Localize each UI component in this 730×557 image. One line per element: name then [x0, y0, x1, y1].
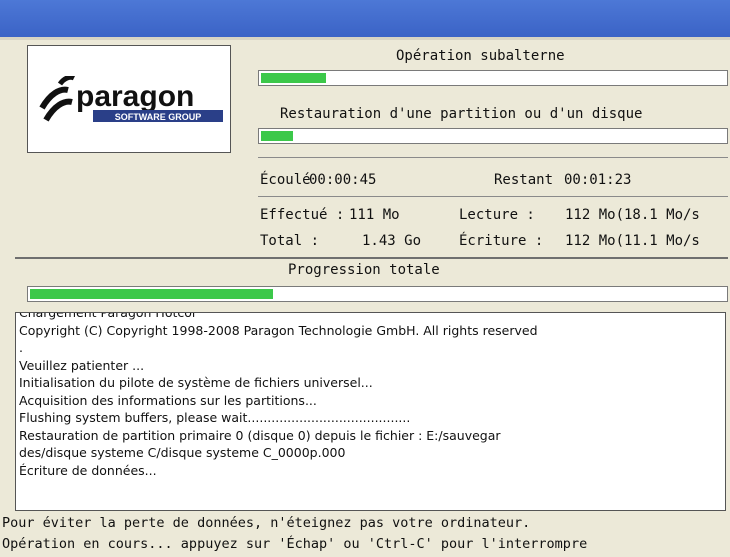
sub-operation-title: Opération subalterne	[396, 48, 565, 64]
overall-title: Progression totale	[288, 262, 440, 278]
logo-wordmark: paragon	[76, 80, 194, 113]
section-divider	[15, 257, 728, 259]
divider	[258, 196, 728, 197]
task-title: Restauration d'une partition ou d'un dis…	[280, 106, 643, 122]
overall-progress-bar	[27, 286, 728, 302]
log-panel[interactable]: Chargement Paragon Hotcor Copyright (C) C…	[15, 312, 726, 511]
title-bar-edge	[0, 37, 730, 40]
log-line: Chargement Paragon Hotcor	[19, 312, 198, 320]
log-line: Copyright (C) Copyright 1998-2008 Parago…	[19, 322, 538, 338]
divider	[258, 157, 728, 158]
total-value: 1.43 Go	[362, 233, 422, 249]
warning-text: Pour éviter la perte de données, n'éteig…	[2, 515, 531, 531]
read-label: Lecture :	[459, 207, 535, 223]
task-progress-fill	[261, 131, 294, 141]
cancel-hint-text: Opération en cours... appuyez sur 'Échap…	[2, 536, 588, 552]
done-label: Effectué :	[260, 207, 345, 223]
done-value: 111 Mo	[349, 207, 400, 223]
log-line: .	[19, 340, 23, 355]
task-progress-bar	[258, 128, 728, 144]
total-label: Total :	[260, 233, 320, 249]
sub-operation-progress-fill	[261, 73, 326, 83]
log-line: Écriture de données...	[19, 462, 157, 478]
write-label: Écriture :	[459, 233, 544, 249]
overall-progress-fill	[30, 289, 274, 299]
log-line: Restauration de partition primaire 0 (di…	[19, 427, 501, 443]
log-line: des/disque systeme C/disque systeme C_00…	[19, 445, 346, 460]
logo-tagline: SOFTWARE GROUP	[115, 112, 202, 122]
log-line: Veuillez patienter ...	[19, 357, 145, 373]
log-lines: Chargement Paragon Hotcor Copyright (C) C…	[16, 312, 538, 479]
log-line: Acquisition des informations sur les par…	[19, 392, 317, 408]
write-value: 112 Mo(11.1 Mo/s	[565, 233, 700, 249]
log-line: Flushing system buffers, please wait....…	[19, 410, 411, 425]
remaining-label: Restant	[494, 172, 554, 188]
elapsed-label: Écoulé	[260, 172, 311, 188]
title-bar	[0, 0, 730, 37]
sub-operation-progress-bar	[258, 70, 728, 86]
log-line: Initialisation du pilote de système de f…	[19, 375, 373, 390]
read-value: 112 Mo(18.1 Mo/s	[565, 207, 700, 223]
elapsed-value: 00:00:45	[309, 172, 377, 188]
remaining-value: 00:01:23	[564, 172, 632, 188]
paragon-logo: paragon SOFTWARE GROUP	[27, 45, 231, 153]
